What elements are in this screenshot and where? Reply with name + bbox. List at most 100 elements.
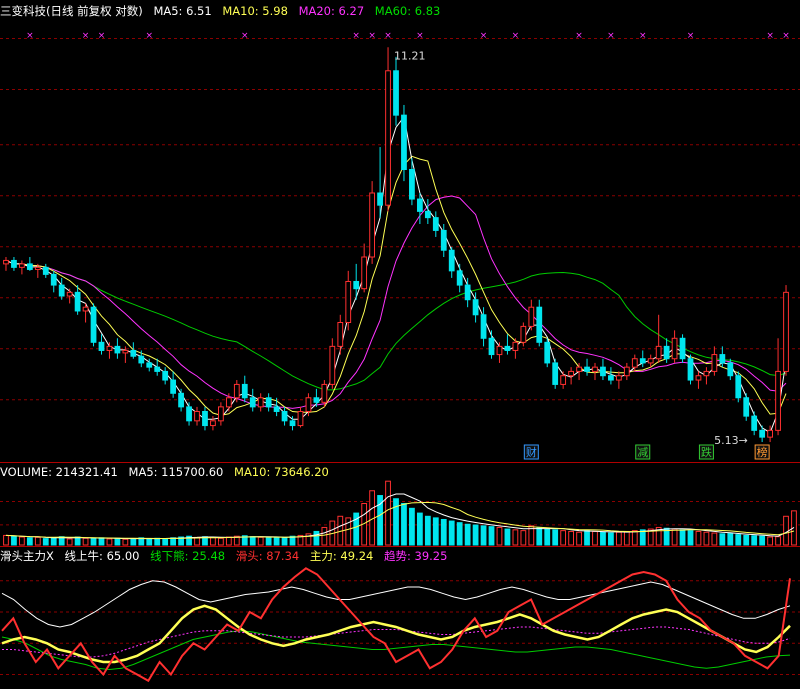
volume-bar: [218, 537, 224, 546]
candle-body: [631, 358, 638, 368]
volume-bar: [480, 525, 487, 546]
candle-body: [42, 266, 49, 275]
volume-bar: [130, 538, 137, 546]
volume-bar: [631, 530, 638, 546]
signal-marker: ×: [145, 31, 153, 41]
candle-body: [385, 70, 391, 206]
signal-marker: ×: [607, 31, 615, 41]
volume-bar: [615, 531, 622, 546]
volume-bar: [448, 520, 455, 546]
candle-body: [592, 366, 598, 372]
signal-marker: ×: [384, 31, 392, 41]
slippery-line: [1, 567, 791, 683]
volume-bar: [560, 530, 567, 546]
volume-bar: [456, 522, 463, 546]
ma10-label: MA10: 5.98: [222, 4, 288, 18]
volume-bar: [416, 512, 423, 546]
candle-body: [98, 341, 105, 351]
candle-body: [74, 291, 81, 312]
candle-body: [34, 266, 41, 270]
indicator-legend: 滑头主力X 线上牛: 65.00 线下熊: 25.48 滑头: 87.34 主力…: [0, 547, 454, 565]
candle-body: [711, 354, 718, 372]
candle-body: [194, 410, 200, 422]
volume-bar: [273, 536, 280, 546]
candle-body: [401, 114, 407, 171]
candle-body: [432, 217, 439, 231]
volume-bar: [19, 536, 25, 546]
volume-bar: [82, 537, 89, 546]
volume-bar: [50, 537, 57, 546]
candle-body: [170, 379, 177, 394]
volume-legend: VOLUME: 214321.41 MA5: 115700.60 MA10: 7…: [0, 463, 336, 481]
volume-bar: [114, 537, 121, 546]
candle-body: [19, 263, 25, 268]
candle-body: [552, 362, 559, 385]
candle-body: [647, 358, 654, 364]
candle-body: [377, 192, 383, 206]
signal-marker: ×: [98, 31, 106, 41]
candle-body: [218, 406, 224, 422]
candle-body: [600, 366, 606, 377]
volume-bar: [440, 518, 447, 546]
volume-bar: [225, 536, 232, 546]
candle-body: [122, 349, 129, 354]
candle-body: [162, 370, 169, 381]
candle-body: [66, 291, 73, 297]
signal-marker: ×: [82, 31, 90, 41]
candle-body: [671, 337, 678, 360]
candle-body: [337, 322, 344, 347]
candle-body: [178, 392, 184, 408]
line-down-label: 线下熊: 25.48: [150, 549, 226, 563]
candle-body: [456, 270, 463, 286]
ma20-label: MA20: 6.27: [298, 4, 365, 18]
candle-body: [233, 383, 240, 399]
volume-bar: [122, 538, 129, 546]
candle-body: [679, 337, 686, 360]
low-price-label: 5.13→: [714, 434, 748, 447]
volume-bar: [146, 538, 153, 546]
candle-body: [225, 397, 232, 408]
candle-body: [440, 229, 447, 251]
signal-marker: ×: [687, 31, 695, 41]
volume-bar: [623, 530, 630, 546]
event-marker: 榜: [757, 445, 768, 459]
volume-bar: [751, 535, 758, 546]
candle-body: [584, 366, 590, 372]
candle-body: [687, 358, 694, 381]
stock-chart[interactable]: 11.21 5.13→ 财 减 跌 榜 × × × × × × × × × × × × × × × × ×: [0, 0, 800, 689]
volume-bar: [576, 531, 582, 546]
signal-marker: ×: [639, 31, 647, 41]
candle-body: [424, 210, 431, 219]
volume-bar: [727, 533, 734, 546]
candle-body: [528, 306, 535, 327]
volume-bar: [162, 538, 169, 546]
candle-body: [154, 366, 161, 372]
signal-marker: ×: [416, 31, 424, 41]
candle-body: [3, 259, 9, 265]
line-up-label: 线上牛: 65.00: [64, 549, 140, 563]
candle-body: [353, 280, 360, 290]
volume-bar: [496, 526, 503, 546]
line-down-line: [1, 630, 791, 671]
candle-body: [544, 341, 551, 364]
signal-marker: ×: [368, 31, 376, 41]
volume-bar: [210, 537, 216, 546]
indicator-title: 滑头主力X: [0, 549, 54, 563]
volume-bar: [711, 532, 718, 546]
candle-body: [281, 410, 288, 422]
event-marker: 减: [637, 446, 648, 459]
candle-body: [488, 337, 495, 356]
candle-body: [719, 354, 726, 364]
volume-bar: [735, 534, 742, 546]
candle-body: [50, 273, 57, 286]
signal-marker: ×: [352, 31, 360, 41]
candle-body: [114, 345, 121, 354]
candle-body: [448, 249, 455, 272]
candle-body: [249, 397, 256, 408]
candle-body: [576, 366, 582, 372]
volume-bar: [26, 537, 33, 546]
signal-marker: ×: [26, 31, 34, 41]
ma60-label: MA60: 6.83: [374, 4, 441, 18]
volume-bar: [432, 517, 439, 546]
candle-body: [106, 345, 113, 351]
